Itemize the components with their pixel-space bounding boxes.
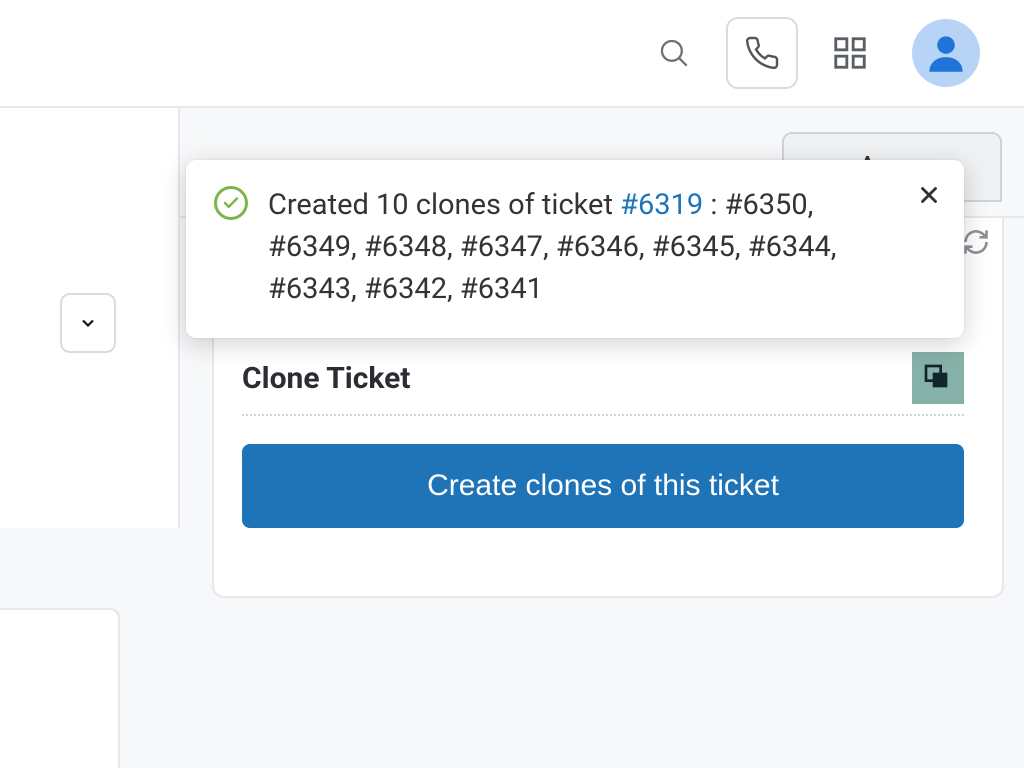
search-icon[interactable]	[650, 29, 698, 77]
toast-close-button[interactable]	[916, 182, 942, 208]
create-clones-button[interactable]: Create clones of this ticket	[242, 444, 964, 528]
left-sidebar-top	[0, 108, 180, 528]
top-navbar	[0, 0, 1024, 108]
success-check-icon	[214, 186, 248, 220]
source-ticket-link[interactable]: #6319	[620, 188, 703, 222]
clone-ticket-title: Clone Ticket	[242, 361, 410, 396]
phone-button[interactable]	[726, 17, 798, 89]
clone-ticket-header: Clone Ticket	[242, 352, 964, 416]
user-avatar[interactable]	[912, 19, 980, 87]
success-toast: Created 10 clones of ticket #6319 : #635…	[186, 160, 964, 338]
clone-ticket-app-icon	[912, 352, 964, 404]
collapse-toggle[interactable]	[60, 293, 116, 353]
apps-grid-icon[interactable]	[826, 29, 874, 77]
toast-prefix: Created 10 clones of ticket	[268, 188, 620, 222]
refresh-icon[interactable]	[962, 228, 990, 256]
toast-message: Created 10 clones of ticket #6319 : #635…	[268, 184, 936, 310]
left-sidebar-bottom	[0, 608, 120, 768]
clone-ticket-app: Clone Ticket Create clones of this ticke…	[214, 328, 992, 562]
